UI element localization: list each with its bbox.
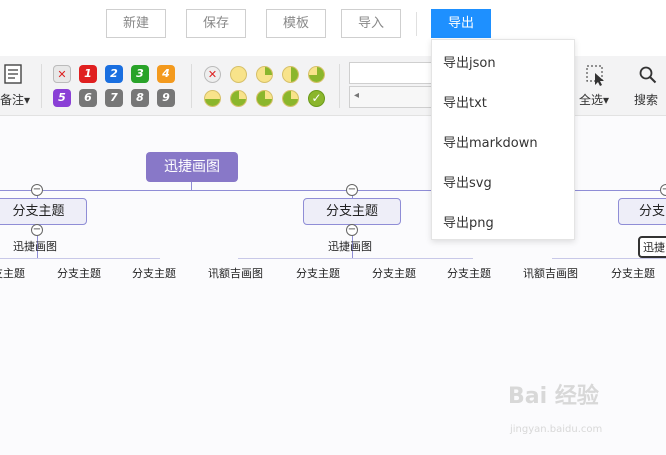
toolbar-divider <box>191 64 192 108</box>
leaf-topic[interactable]: 分支主题 <box>57 265 101 281</box>
search-label: 搜索 <box>634 93 659 107</box>
progress-2-icon[interactable] <box>282 66 299 83</box>
note-caret: ▾ <box>24 93 31 107</box>
select-all-tool[interactable]: 全选▾ <box>576 56 620 116</box>
sub-topic[interactable]: 迅捷画图 <box>13 238 57 254</box>
priority-clear-icon[interactable]: ✕ <box>53 65 71 83</box>
select-all-text: 全选 <box>579 93 604 107</box>
export-txt-item[interactable]: 导出txt <box>443 92 487 111</box>
sub-topic[interactable]: 迅捷画图 <box>328 238 372 254</box>
top-divider <box>416 12 417 36</box>
select-all-caret: ▾ <box>603 93 610 107</box>
select-icon <box>586 65 604 86</box>
search-tool[interactable]: 搜索 <box>630 56 666 116</box>
export-dropdown: 导出json 导出txt 导出markdown 导出svg 导出png <box>431 39 575 240</box>
font-size-field[interactable]: ◂ <box>349 86 435 108</box>
note-label: 备注▾ <box>0 91 30 108</box>
branch-topic[interactable]: 分支主题 <box>303 198 401 225</box>
collapse-toggle[interactable]: − <box>660 184 666 196</box>
new-button[interactable]: 新建 <box>106 9 166 38</box>
branch-topic[interactable]: 分支主题 <box>0 198 87 225</box>
leaf-topic[interactable]: 分支主题 <box>132 265 176 281</box>
scroll-left-icon[interactable]: ◂ <box>354 90 359 101</box>
priority-5-icon[interactable]: 5 <box>53 89 71 107</box>
toolbar-divider <box>41 64 42 108</box>
toolbar-divider <box>339 64 340 108</box>
collapse-toggle[interactable]: − <box>31 184 43 196</box>
progress-clear-icon[interactable]: ✕ <box>204 66 221 83</box>
connector <box>191 182 192 190</box>
root-topic[interactable]: 迅捷画图 <box>146 152 238 182</box>
search-icon <box>639 66 657 84</box>
leaf-topic[interactable]: 分支主题 <box>372 265 416 281</box>
import-button[interactable]: 导入 <box>341 9 401 38</box>
export-markdown-item[interactable]: 导出markdown <box>443 132 538 151</box>
priority-1-icon[interactable]: 1 <box>79 65 97 83</box>
note-tool[interactable]: 备注▾ <box>0 56 36 116</box>
priority-6-icon[interactable]: 6 <box>79 89 97 107</box>
export-png-item[interactable]: 导出png <box>443 212 494 231</box>
progress-5-icon[interactable] <box>230 90 247 107</box>
branch-topic[interactable]: 分支 <box>618 198 666 225</box>
priority-4-icon[interactable]: 4 <box>157 65 175 83</box>
leaf-topic[interactable]: 支主题 <box>0 265 25 281</box>
collapse-toggle[interactable]: − <box>346 184 358 196</box>
priority-2-icon[interactable]: 2 <box>105 65 123 83</box>
leaf-topic[interactable]: 讯额吉画图 <box>208 265 263 281</box>
collapse-toggle[interactable]: − <box>346 224 358 236</box>
progress-3-icon[interactable] <box>308 66 325 83</box>
export-json-item[interactable]: 导出json <box>443 52 496 71</box>
progress-1-icon[interactable] <box>256 66 273 83</box>
note-label-text: 备注 <box>0 93 25 107</box>
watermark-logo: Bai 经验 <box>508 384 599 409</box>
priority-3-icon[interactable]: 3 <box>131 65 149 83</box>
progress-done-icon[interactable]: ✓ <box>308 90 325 107</box>
connector <box>0 258 160 259</box>
collapse-toggle[interactable]: − <box>31 224 43 236</box>
progress-4-icon[interactable] <box>204 90 221 107</box>
progress-7-icon[interactable] <box>282 90 299 107</box>
progress-6-icon[interactable] <box>256 90 273 107</box>
export-button[interactable]: 导出 <box>431 9 491 38</box>
sub-topic-selected[interactable]: 迅捷 <box>638 236 666 258</box>
watermark-url: jingyan.baidu.com <box>510 424 603 435</box>
export-svg-item[interactable]: 导出svg <box>443 172 492 191</box>
font-family-field[interactable] <box>349 62 435 84</box>
save-button[interactable]: 保存 <box>186 9 246 38</box>
priority-7-icon[interactable]: 7 <box>105 89 123 107</box>
progress-0-icon[interactable] <box>230 66 247 83</box>
template-button[interactable]: 模板 <box>266 9 326 38</box>
connector <box>238 258 473 259</box>
leaf-topic[interactable]: 讯额吉画图 <box>523 265 578 281</box>
leaf-topic[interactable]: 分支主题 <box>611 265 655 281</box>
note-icon <box>4 64 22 84</box>
leaf-topic[interactable]: 分支主题 <box>447 265 491 281</box>
select-all-label: 全选▾ <box>579 91 609 108</box>
priority-8-icon[interactable]: 8 <box>131 89 149 107</box>
connector <box>552 258 666 259</box>
priority-9-icon[interactable]: 9 <box>157 89 175 107</box>
leaf-topic[interactable]: 分支主题 <box>296 265 340 281</box>
